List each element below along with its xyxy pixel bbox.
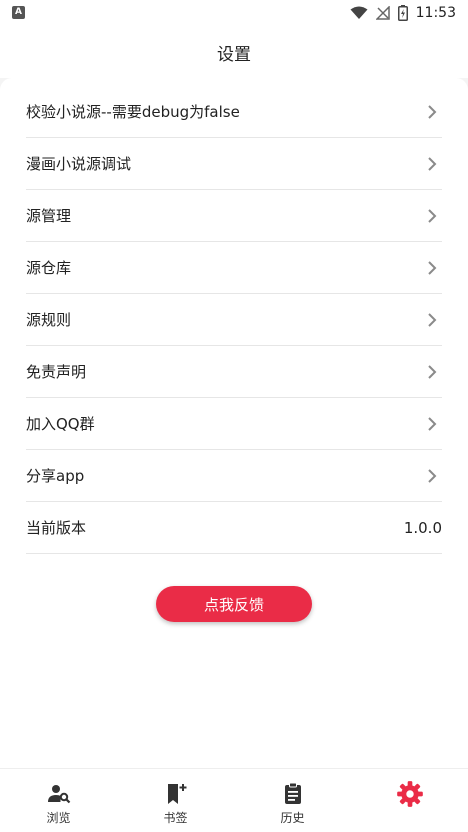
- chevron-right-icon: [428, 260, 437, 275]
- setting-item-source-manage[interactable]: 源管理: [26, 190, 442, 242]
- app-notification-icon: A: [12, 6, 25, 19]
- nav-item-browse[interactable]: 浏览: [0, 769, 117, 832]
- setting-item-source-repo[interactable]: 源仓库: [26, 242, 442, 294]
- setting-item-label: 源管理: [26, 207, 72, 225]
- setting-item-label: 校验小说源--需要debug为false: [26, 103, 240, 121]
- chevron-right-icon: [428, 416, 437, 431]
- setting-item-disclaimer[interactable]: 免责声明: [26, 346, 442, 398]
- setting-item-label: 源仓库: [26, 259, 72, 277]
- no-signal-icon: [375, 6, 390, 20]
- setting-item-label: 加入QQ群: [26, 415, 95, 433]
- chevron-right-icon: [428, 208, 437, 223]
- setting-item-join-qq-group[interactable]: 加入QQ群: [26, 398, 442, 450]
- bottom-nav: 浏览 书签 历史: [0, 768, 468, 832]
- setting-item-version: 当前版本 1.0.0: [26, 502, 442, 554]
- status-indicators: 11:53: [350, 3, 456, 23]
- settings-list: 校验小说源--需要debug为false 漫画小说源调试 源管理 源仓库 源规则…: [26, 86, 442, 554]
- setting-item-label: 漫画小说源调试: [26, 155, 132, 173]
- setting-item-label: 免责声明: [26, 363, 87, 381]
- nav-item-history[interactable]: 历史: [234, 769, 351, 832]
- setting-item-label: 源规则: [26, 311, 72, 329]
- chevron-right-icon: [428, 468, 437, 483]
- chevron-right-icon: [428, 364, 437, 379]
- nav-label-bookmarks: 书签: [163, 810, 188, 825]
- bookmark-add-icon: [167, 783, 186, 804]
- version-label: 当前版本: [26, 519, 87, 537]
- nav-label-browse: 浏览: [46, 810, 71, 825]
- page-title: 设置: [217, 44, 251, 65]
- setting-item-share-app[interactable]: 分享app: [26, 450, 442, 502]
- setting-item-comic-debug[interactable]: 漫画小说源调试: [26, 138, 442, 190]
- gear-icon: [396, 780, 423, 807]
- nav-item-bookmarks[interactable]: 书签: [117, 769, 234, 832]
- feedback-button[interactable]: 点我反馈: [156, 586, 312, 622]
- chevron-right-icon: [428, 104, 437, 119]
- setting-item-label: 分享app: [26, 467, 85, 485]
- battery-charging-icon: [397, 5, 408, 21]
- chevron-right-icon: [428, 312, 437, 327]
- setting-item-source-rules[interactable]: 源规则: [26, 294, 442, 346]
- app-bar: 设置: [0, 26, 468, 78]
- setting-item-verify-source[interactable]: 校验小说源--需要debug为false: [26, 86, 442, 138]
- nav-item-settings[interactable]: [351, 769, 468, 832]
- status-bar: A 11:53: [0, 0, 468, 26]
- version-value: 1.0.0: [403, 518, 442, 537]
- nav-label-history: 历史: [280, 810, 305, 825]
- clipboard-icon: [284, 782, 301, 804]
- settings-card: 校验小说源--需要debug为false 漫画小说源调试 源管理 源仓库 源规则…: [0, 78, 468, 768]
- person-search-icon: [47, 784, 70, 803]
- wifi-icon: [350, 6, 368, 19]
- status-time: 11:53: [415, 5, 456, 21]
- chevron-right-icon: [428, 156, 437, 171]
